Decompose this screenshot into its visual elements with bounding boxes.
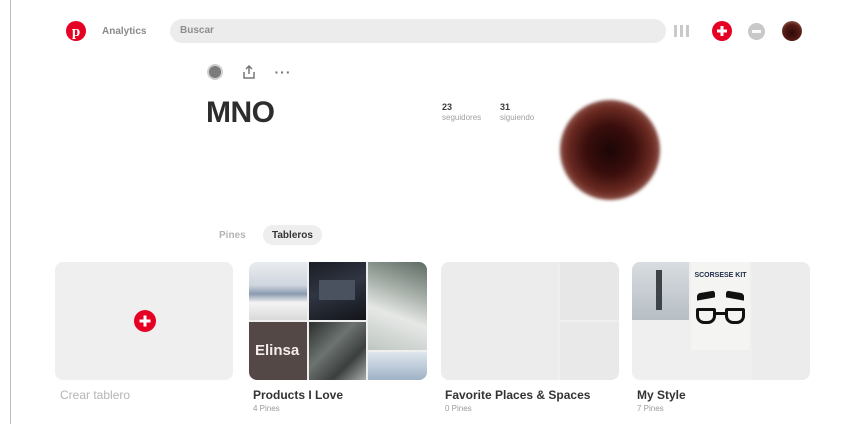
create-board-plus-icon[interactable] bbox=[134, 310, 156, 332]
board-cover-placeholder bbox=[560, 322, 619, 380]
tab-tableros[interactable]: Tableros bbox=[263, 225, 322, 245]
settings-gear-icon[interactable] bbox=[206, 63, 224, 81]
board-cover-placeholder bbox=[560, 262, 619, 320]
board-cover-image bbox=[368, 262, 427, 350]
profile-name: MNO bbox=[206, 96, 275, 129]
followers-label: seguidores bbox=[442, 113, 482, 122]
board-title[interactable]: My Style bbox=[637, 388, 686, 402]
glasses-icon bbox=[696, 308, 745, 326]
search-input[interactable]: Buscar bbox=[170, 19, 666, 43]
board-card-my-style[interactable]: SCORSESE KIT bbox=[632, 262, 810, 380]
search-placeholder: Buscar bbox=[180, 25, 214, 36]
board-cover-image bbox=[309, 322, 366, 380]
create-plus-button[interactable] bbox=[712, 21, 732, 41]
board-cover-image bbox=[368, 352, 427, 380]
board-cover-image bbox=[309, 262, 366, 320]
followers-stat[interactable]: 23 seguidores bbox=[442, 102, 481, 122]
eyebrows-icon bbox=[697, 290, 744, 302]
board-cover-image: Elinsa bbox=[249, 322, 307, 380]
tab-pines[interactable]: Pines bbox=[210, 225, 255, 245]
analytics-link[interactable]: Analytics bbox=[92, 18, 156, 44]
board-title[interactable]: Products I Love bbox=[253, 388, 343, 402]
board-cover-image bbox=[632, 262, 689, 320]
scorsese-kit-title: SCORSESE KIT bbox=[694, 272, 747, 279]
window-edge bbox=[10, 0, 11, 424]
board-pin-count: 4 Pines bbox=[253, 404, 280, 413]
following-count: 31 bbox=[500, 102, 511, 112]
messages-icon[interactable] bbox=[748, 23, 765, 40]
bars-icon[interactable] bbox=[674, 24, 694, 38]
elinsa-logo-text: Elinsa bbox=[255, 342, 300, 359]
profile-avatar bbox=[560, 100, 660, 200]
more-options-icon[interactable]: ··· bbox=[274, 63, 292, 81]
user-avatar-icon[interactable] bbox=[782, 21, 802, 41]
create-board-label[interactable]: Crear tablero bbox=[60, 388, 130, 402]
board-cover-placeholder bbox=[752, 262, 810, 380]
following-stat[interactable]: 31 siguiendo bbox=[500, 102, 534, 122]
board-card-products[interactable]: Elinsa bbox=[249, 262, 427, 380]
board-pin-count: 7 Pines bbox=[637, 404, 664, 413]
board-title[interactable]: Favorite Places & Spaces bbox=[445, 388, 590, 402]
followers-count: 23 bbox=[442, 102, 453, 112]
board-pin-count: 0 Pines bbox=[445, 404, 472, 413]
following-label: siguiendo bbox=[500, 113, 535, 122]
board-card-favorite-places[interactable] bbox=[441, 262, 619, 380]
share-icon[interactable] bbox=[240, 63, 258, 81]
pinterest-logo-icon[interactable]: p bbox=[66, 21, 86, 41]
svg-text:p: p bbox=[72, 24, 80, 40]
board-cover-image: SCORSESE KIT bbox=[691, 262, 750, 350]
board-cover-image bbox=[249, 262, 307, 320]
board-cover-placeholder bbox=[441, 262, 558, 380]
